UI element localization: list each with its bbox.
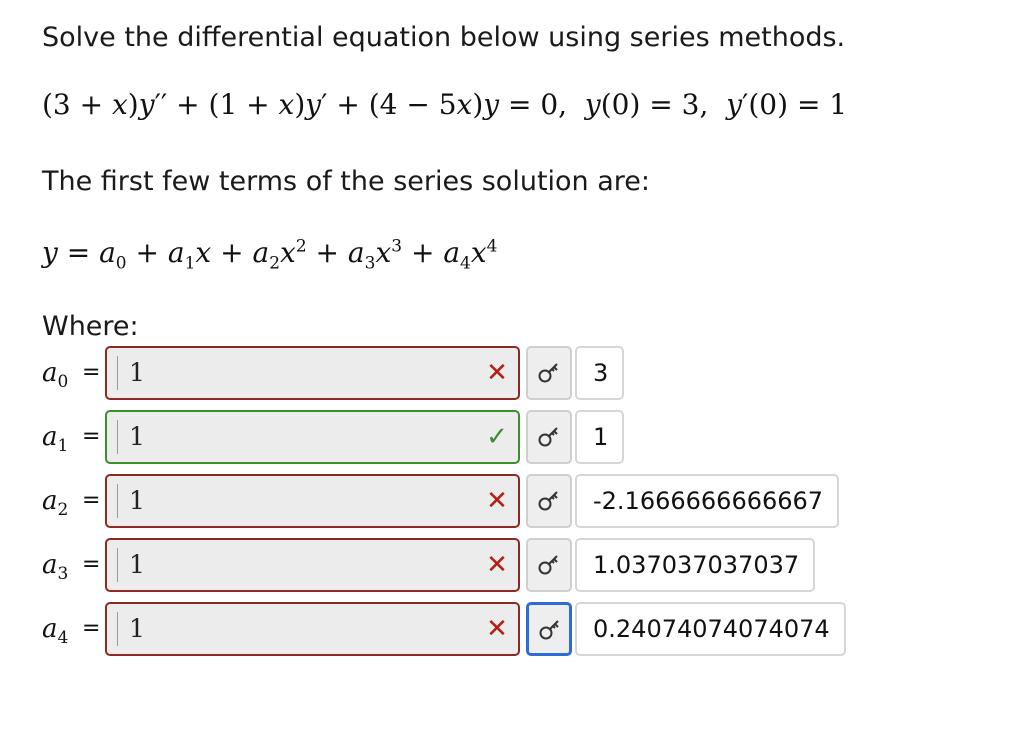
coefficient-label: a2 bbox=[42, 486, 69, 521]
show-answer-key-button[interactable] bbox=[526, 602, 572, 656]
equals-sign: = bbox=[82, 360, 101, 385]
correct-answer: 0.24074074074074 bbox=[575, 602, 846, 656]
entered-value: 1 bbox=[129, 486, 145, 515]
coefficient-row: a1 = 1 ✓ 1 bbox=[42, 408, 842, 466]
correct-answer: 1 bbox=[575, 410, 625, 464]
show-answer-key-button[interactable] bbox=[526, 346, 572, 400]
coefficient-label: a1 bbox=[42, 422, 69, 457]
key-icon bbox=[538, 363, 558, 383]
show-answer-key-button[interactable] bbox=[526, 538, 572, 592]
coefficient-input[interactable]: 1 ✕ bbox=[105, 346, 520, 400]
show-answer-key-button[interactable] bbox=[526, 410, 572, 464]
entered-value: 1 bbox=[129, 550, 145, 579]
coefficient-label: a3 bbox=[42, 550, 69, 585]
field-divider bbox=[117, 612, 118, 646]
where-label: Where: bbox=[42, 311, 139, 342]
correct-answer: 1.037037037037 bbox=[575, 538, 816, 592]
field-divider bbox=[117, 420, 118, 454]
correct-answer: 3 bbox=[575, 346, 625, 400]
coefficient-input[interactable]: 1 ✕ bbox=[105, 538, 520, 592]
show-answer-key-button[interactable] bbox=[526, 474, 572, 528]
field-divider bbox=[117, 356, 118, 390]
coefficient-row: a2 = 1 ✕ -2.1666666666667 bbox=[42, 472, 842, 530]
differential-equation: (3 + x)y′′ + (1 + x)y′ + (4 − 5x)y = 0, … bbox=[42, 88, 848, 121]
coefficient-row: a4 = 1 ✕ 0.24074074074074 bbox=[42, 600, 846, 658]
series-intro-text: The first few terms of the series soluti… bbox=[42, 166, 651, 197]
x-mark-icon: ✕ bbox=[486, 358, 508, 388]
coefficient-label: a4 bbox=[42, 614, 69, 649]
coefficient-row: a0 = 1 ✕ 3 bbox=[42, 344, 842, 402]
key-icon bbox=[539, 620, 559, 640]
equals-sign: = bbox=[82, 552, 101, 577]
coefficient-row: a3 = 1 ✕ 1.037037037037 bbox=[42, 536, 842, 594]
x-mark-icon: ✕ bbox=[486, 486, 508, 516]
x-mark-icon: ✕ bbox=[486, 550, 508, 580]
field-divider bbox=[117, 484, 118, 518]
correct-answer: -2.1666666666667 bbox=[575, 474, 840, 528]
field-divider bbox=[117, 548, 118, 582]
series-solution: y = a0 + a1x + a2x2 + a3x3 + a4x4 bbox=[42, 236, 498, 274]
check-mark-icon: ✓ bbox=[486, 422, 508, 452]
coefficient-input[interactable]: 1 ✕ bbox=[105, 474, 520, 528]
coefficient-input[interactable]: 1 ✕ bbox=[105, 602, 520, 656]
equals-sign: = bbox=[82, 488, 101, 513]
entered-value: 1 bbox=[129, 422, 145, 451]
coefficient-input[interactable]: 1 ✓ bbox=[105, 410, 520, 464]
equals-sign: = bbox=[82, 424, 101, 449]
key-icon bbox=[538, 555, 558, 575]
instruction-text: Solve the differential equation below us… bbox=[42, 22, 846, 53]
key-icon bbox=[538, 427, 558, 447]
entered-value: 1 bbox=[129, 614, 145, 643]
equals-sign: = bbox=[82, 616, 101, 641]
coefficient-label: a0 bbox=[42, 358, 69, 393]
x-mark-icon: ✕ bbox=[486, 614, 508, 644]
entered-value: 1 bbox=[129, 358, 145, 387]
key-icon bbox=[538, 491, 558, 511]
